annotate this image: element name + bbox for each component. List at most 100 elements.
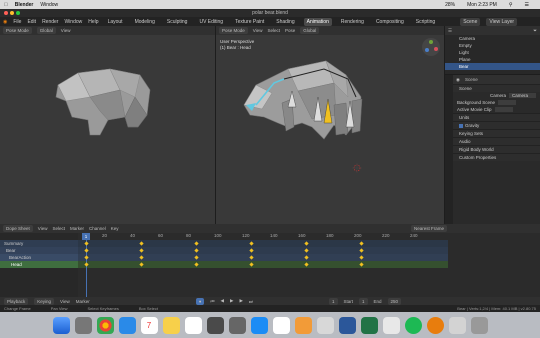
channel-head[interactable]: Head [0,261,78,268]
tab-sculpting[interactable]: Sculpting [164,18,191,26]
excel-icon[interactable] [360,316,378,334]
minimize-icon[interactable] [10,11,14,15]
orientation-selector[interactable]: Global [36,27,56,34]
safari-icon[interactable] [118,316,136,334]
next-keyframe-icon[interactable]: ▶ [239,298,242,304]
section-custom-properties[interactable]: Custom Properties [453,153,540,161]
blender-logo-icon[interactable]: ◉ [3,19,7,25]
view-layer-selector[interactable]: View Layer [486,17,518,26]
properties-tab-strip[interactable] [445,75,453,230]
menu-icon[interactable]: ☰ [525,2,529,8]
system-preferences-icon[interactable] [228,316,246,334]
mode-selector[interactable]: Pose Mode [3,27,32,34]
outliner-item-camera[interactable]: Camera [445,35,540,42]
battery-status[interactable]: 28% [445,2,455,8]
keying-menu[interactable]: Keying [34,297,55,305]
z-axis-icon[interactable] [425,48,429,52]
photos-icon[interactable] [272,316,290,334]
preview-icon[interactable] [206,316,224,334]
section-scene[interactable]: Scene [453,84,540,92]
outliner-item-empty[interactable]: Empty [445,42,540,49]
calendar-icon[interactable]: 7 [140,316,158,334]
mac-app-menu[interactable]: Blender [15,2,34,8]
outliner-item-light[interactable]: Light [445,49,540,56]
section-units[interactable]: Units [453,113,540,121]
current-frame-field[interactable]: 1 [328,297,338,305]
prev-keyframe-icon[interactable]: ◀ [221,298,224,304]
dopesheet-marker-menu[interactable]: Marker [70,226,84,231]
spotify-icon[interactable] [404,316,422,334]
keyframe-area[interactable]: 1 20 40 60 80 100 120 140 160 180 200 22… [78,233,448,297]
trash-icon[interactable] [470,316,488,334]
chrome-icon[interactable] [96,316,114,334]
pose-menu[interactable]: Pose [285,28,295,33]
select-menu[interactable]: Select [267,28,280,33]
editor-mode-selector[interactable]: Dope Sheet [3,225,33,232]
finder-icon[interactable] [52,316,70,334]
channel-bear-action[interactable]: BearAction [0,254,78,261]
tab-modeling[interactable]: Modeling [132,18,158,26]
search-icon[interactable]: ⚲ [509,2,513,8]
camera-value[interactable]: Camera [508,93,536,98]
snap-mode-selector[interactable]: Nearest Frame [410,225,447,232]
record-icon[interactable]: ● [195,297,205,305]
view-menu[interactable]: View [253,28,263,33]
end-frame-field[interactable]: 250 [387,297,402,305]
downloads-icon[interactable] [448,316,466,334]
dopesheet-channel-menu[interactable]: Channel [89,226,106,231]
channel-summary[interactable]: Summary [0,240,78,247]
dopesheet-key-menu[interactable]: Key [111,226,119,231]
launchpad-icon[interactable] [74,316,92,334]
notes-icon[interactable] [162,316,180,334]
outliner-item-bear[interactable]: Bear [445,63,540,70]
playback-marker-menu[interactable]: Marker [76,299,90,304]
blender-dock-icon[interactable] [426,316,444,334]
section-audio[interactable]: Audio [453,137,540,145]
play-icon[interactable]: ▶ [230,298,233,304]
playback-view-menu[interactable]: View [60,299,70,304]
navigation-gizmo[interactable] [422,38,440,56]
3d-viewport[interactable]: User Perspective (1) Bear : Head [216,35,444,230]
section-rigid-body-world[interactable]: Rigid Body World [453,145,540,153]
close-icon[interactable] [4,11,8,15]
dopesheet-select-menu[interactable]: Select [52,226,65,231]
tab-shading[interactable]: Shading [273,18,297,26]
jump-start-icon[interactable]: ⏮ [210,299,214,304]
reminders-icon[interactable] [184,316,202,334]
tab-layout[interactable]: Layout [105,18,126,26]
y-axis-icon[interactable] [429,40,433,44]
tab-animation[interactable]: Animation [303,17,332,26]
mode-selector[interactable]: Pose Mode [219,27,248,34]
background-scene-value[interactable] [498,100,517,105]
gravity-checkbox[interactable] [459,123,463,128]
dopesheet-view-menu[interactable]: View [38,226,48,231]
mac-window-menu[interactable]: Window [40,2,58,8]
view-menu[interactable]: View [61,28,71,33]
outliner-item-plane[interactable]: Plane [445,56,540,63]
playback-menu[interactable]: Playback [4,297,29,305]
active-movie-clip-value[interactable] [494,107,513,112]
current-frame-indicator[interactable]: 1 [82,233,90,240]
tab-scripting[interactable]: Scripting [413,18,438,26]
tab-texture-paint[interactable]: Texture Paint [232,18,267,26]
jump-end-icon[interactable]: ⏭ [249,299,253,304]
scene-selector[interactable]: Scene [460,17,481,26]
zoom-icon[interactable] [16,11,20,15]
channel-bear[interactable]: Bear [0,247,78,254]
tab-compositing[interactable]: Compositing [373,18,407,26]
menu-edit[interactable]: Edit [27,19,36,25]
menu-window[interactable]: Window [64,19,82,25]
x-axis-icon[interactable] [434,47,438,51]
start-frame-field[interactable]: 1 [359,297,368,305]
text-edit-icon[interactable] [316,316,334,334]
outliner-icon[interactable]: ☰ [448,28,452,34]
app-store-icon[interactable] [250,316,268,334]
orientation-selector[interactable]: Global [300,27,320,34]
apple-icon[interactable]:  [4,2,8,8]
filter-icon[interactable]: ⏷ [533,28,537,33]
camera-viewport[interactable] [0,35,215,230]
section-gravity[interactable]: Gravity [453,121,540,129]
menu-render[interactable]: Render [42,19,58,25]
dopesheet-editor[interactable]: Summary Bear BearAction Head 1 20 40 60 … [0,233,540,297]
pages-icon[interactable] [294,316,312,334]
